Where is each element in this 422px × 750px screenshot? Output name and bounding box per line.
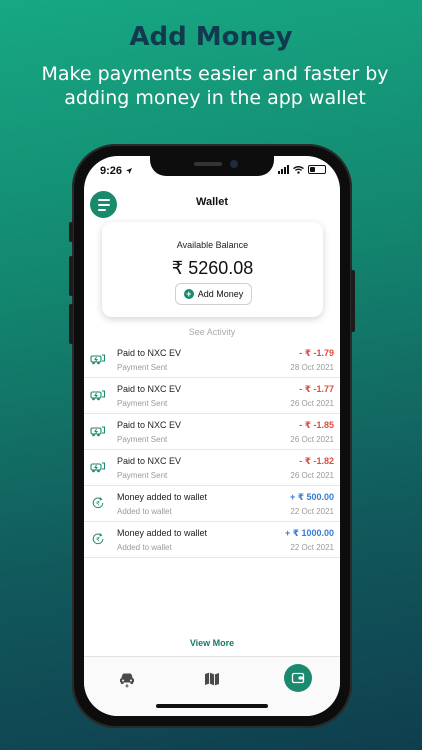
- power-button: [351, 270, 355, 332]
- activity-amount: - ₹ -1.82: [299, 456, 334, 466]
- charging-vehicle-icon: [90, 390, 106, 401]
- activity-row[interactable]: Paid to NXC EV Payment Sent - ₹ -1.82 26…: [84, 450, 340, 486]
- activity-title: Paid to NXC EV: [117, 420, 182, 430]
- add-money-label: Add Money: [197, 289, 244, 299]
- balance-label: Available Balance: [176, 240, 249, 250]
- activity-subtitle: Payment Sent: [117, 363, 168, 372]
- balance-card: Available Balance ₹ 5260.08 + Add Money: [102, 222, 323, 317]
- battery-icon: [308, 165, 326, 174]
- map-icon: [205, 672, 219, 686]
- wifi-icon: [293, 165, 304, 174]
- location-arrow-icon: [126, 168, 133, 175]
- activity-date: 22 Oct 2021: [290, 543, 334, 552]
- activity-subtitle: Payment Sent: [117, 399, 168, 408]
- activity-list: Paid to NXC EV Payment Sent - ₹ -1.79 28…: [84, 342, 340, 558]
- activity-title: Paid to NXC EV: [117, 456, 182, 466]
- add-money-button[interactable]: + Add Money: [175, 283, 252, 305]
- activity-date: 26 Oct 2021: [290, 471, 334, 480]
- svg-text:₹: ₹: [96, 537, 100, 544]
- volume-up-button: [69, 256, 73, 296]
- app-screen: 9:26 Wallet Available Balance ₹ 5260.08 …: [84, 156, 340, 716]
- status-time: 9:26: [100, 165, 133, 177]
- activity-row[interactable]: Paid to NXC EV Payment Sent - ₹ -1.79 28…: [84, 342, 340, 378]
- balance-amount: ₹ 5260.08: [171, 258, 254, 278]
- activity-subtitle: Added to wallet: [117, 507, 172, 516]
- charging-vehicle-icon: [90, 426, 106, 437]
- activity-subtitle: Payment Sent: [117, 471, 168, 480]
- activity-date: 28 Oct 2021: [290, 363, 334, 372]
- car-icon: [120, 673, 134, 688]
- signal-icon: [278, 165, 289, 174]
- activity-subtitle: Payment Sent: [117, 435, 168, 444]
- volume-down-button: [69, 304, 73, 344]
- view-more-link[interactable]: View More: [84, 638, 340, 648]
- activity-amount: - ₹ -1.77: [299, 384, 334, 394]
- tab-map[interactable]: [197, 664, 227, 694]
- rupee-cycle-icon: ₹: [92, 497, 104, 509]
- notch: [150, 156, 274, 176]
- activity-date: 26 Oct 2021: [290, 399, 334, 408]
- page-title: Wallet: [196, 196, 228, 208]
- activity-row[interactable]: Paid to NXC EV Payment Sent - ₹ -1.85 26…: [84, 414, 340, 450]
- promo-title: Add Money: [129, 22, 293, 52]
- activity-title: Paid to NXC EV: [117, 348, 182, 358]
- activity-amount: - ₹ -1.85: [299, 420, 334, 430]
- promo-subtitle: Make payments easier and faster by addin…: [41, 63, 389, 109]
- activity-date: 22 Oct 2021: [290, 507, 334, 516]
- activity-row[interactable]: Paid to NXC EV Payment Sent - ₹ -1.77 26…: [84, 378, 340, 414]
- phone-frame: 9:26 Wallet Available Balance ₹ 5260.08 …: [69, 144, 355, 728]
- plus-icon: +: [183, 289, 194, 299]
- activity-title: Money added to wallet: [117, 528, 208, 538]
- wallet-icon: [291, 672, 305, 684]
- activity-date: 26 Oct 2021: [290, 435, 334, 444]
- rupee-cycle-icon: ₹: [92, 533, 104, 545]
- activity-row[interactable]: ₹ Money added to wallet Added to wallet …: [84, 486, 340, 522]
- svg-text:₹: ₹: [96, 501, 100, 508]
- see-activity-link[interactable]: See Activity: [84, 327, 340, 337]
- charging-vehicle-icon: [90, 462, 106, 473]
- status-icons: [278, 165, 326, 174]
- activity-row[interactable]: ₹ Money added to wallet Added to wallet …: [84, 522, 340, 558]
- charging-vehicle-icon: [90, 354, 106, 365]
- activity-subtitle: Added to wallet: [117, 543, 172, 552]
- activity-amount: + ₹ 500.00: [289, 492, 334, 502]
- mute-switch: [69, 222, 73, 242]
- activity-amount: - ₹ -1.79: [299, 348, 334, 358]
- tab-wallet[interactable]: [284, 664, 312, 692]
- tab-charging[interactable]: [112, 664, 142, 694]
- home-indicator: [156, 704, 268, 708]
- activity-amount: + ₹ 1000.00: [284, 528, 334, 538]
- activity-title: Paid to NXC EV: [117, 384, 182, 394]
- activity-title: Money added to wallet: [117, 492, 208, 502]
